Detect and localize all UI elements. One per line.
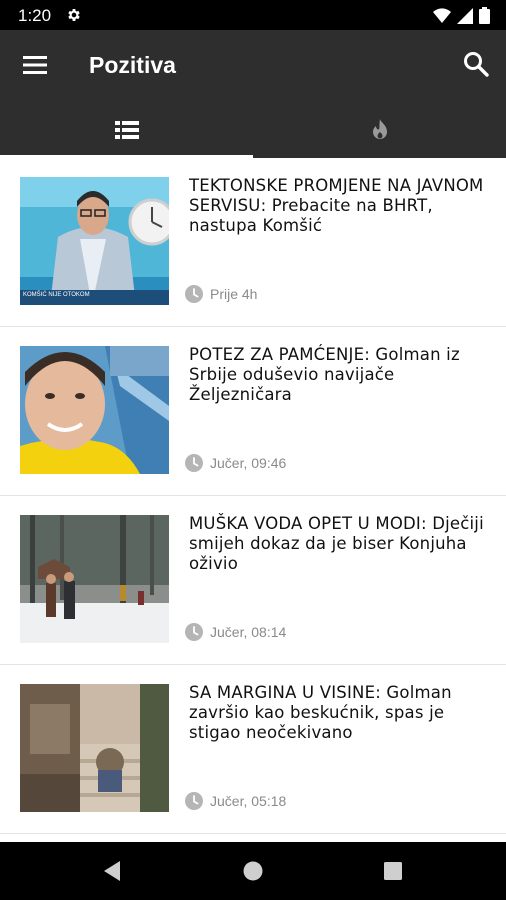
list-icon xyxy=(114,121,139,139)
article-title: MUŠKA VODA OPET U MODI: Dječiji smijeh d… xyxy=(189,514,484,573)
article-meta: Prije 4h xyxy=(185,285,257,303)
status-time: 1:20 xyxy=(18,6,52,25)
article-thumbnail xyxy=(20,346,169,474)
status-indicators xyxy=(433,7,490,24)
clock-icon xyxy=(185,623,203,641)
wifi-icon xyxy=(433,7,451,23)
clock-icon xyxy=(185,454,203,472)
news-list: KOMŠIĆ NIJE OTOKOM TEKTONSKE PROMJENE NA… xyxy=(0,158,506,842)
home-icon[interactable] xyxy=(240,858,266,884)
article-meta: Jučer, 05:18 xyxy=(185,792,286,810)
news-item[interactable]: MUŠKA VODA OPET U MODI: Dječiji smijeh d… xyxy=(0,496,506,665)
article-time: Jučer, 08:14 xyxy=(210,624,287,640)
tab-hot[interactable] xyxy=(253,102,506,158)
clock-icon xyxy=(185,792,203,810)
article-thumbnail: KOMŠIĆ NIJE OTOKOM xyxy=(20,177,169,305)
tab-list[interactable] xyxy=(0,102,253,158)
article-thumbnail xyxy=(20,684,169,812)
article-meta: Jučer, 08:14 xyxy=(185,623,286,641)
news-item[interactable]: KOMŠIĆ NIJE OTOKOM TEKTONSKE PROMJENE NA… xyxy=(0,158,506,327)
article-title: POTEZ ZA PAMĆENJE: Golman iz Srbije oduš… xyxy=(189,345,460,404)
article-title: TEKTONSKE PROMJENE NA JAVNOM SERVISU: Pr… xyxy=(189,176,484,235)
article-time: Jučer, 09:46 xyxy=(210,455,287,471)
article-time: Prije 4h xyxy=(210,286,258,302)
settings-gear-icon xyxy=(68,9,80,21)
battery-icon xyxy=(479,7,490,24)
status-bar: 1:20 xyxy=(0,0,506,30)
fire-icon xyxy=(372,119,387,139)
news-item[interactable]: SA MARGINA U VISINE: Golman završio kao … xyxy=(0,665,506,834)
app-bar: Pozitiva xyxy=(0,30,506,102)
back-icon[interactable] xyxy=(100,858,126,884)
search-icon[interactable] xyxy=(462,50,490,78)
tab-bar xyxy=(0,102,506,158)
article-title: SA MARGINA U VISINE: Golman završio kao … xyxy=(189,683,452,742)
article-meta: Jučer, 09:46 xyxy=(185,454,286,472)
recents-icon[interactable] xyxy=(380,858,406,884)
cell-signal-icon xyxy=(457,7,473,24)
clock-icon xyxy=(185,285,203,303)
system-nav-bar xyxy=(0,842,506,900)
thumbnail-caption: KOMŠIĆ NIJE OTOKOM xyxy=(23,292,90,298)
hamburger-menu-icon[interactable] xyxy=(20,52,50,78)
article-time: Jučer, 05:18 xyxy=(210,793,287,809)
article-thumbnail xyxy=(20,515,169,643)
news-item[interactable]: POTEZ ZA PAMĆENJE: Golman iz Srbije oduš… xyxy=(0,327,506,496)
app-title: Pozitiva xyxy=(89,52,176,78)
